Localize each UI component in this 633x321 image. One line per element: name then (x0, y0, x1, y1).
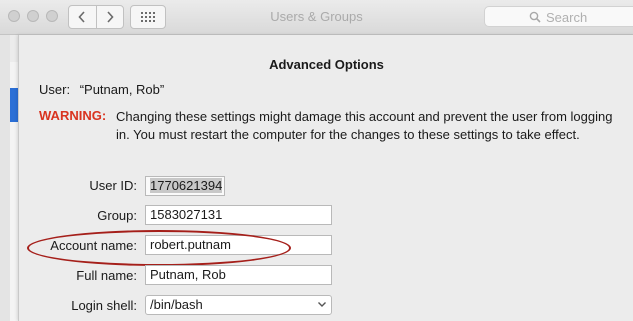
user-line: User: “Putnam, Rob” (39, 82, 164, 97)
user-id-value: 1770621394 (150, 178, 223, 193)
full-name-field[interactable]: Putnam, Rob (145, 265, 332, 285)
user-label: User: (39, 82, 71, 97)
login-shell-label: Login shell: (71, 298, 137, 313)
user-id-field[interactable]: 1770621394 (145, 176, 225, 196)
search-icon (529, 11, 541, 23)
user-value: “Putnam, Rob” (79, 82, 165, 97)
search-field[interactable]: Search (484, 6, 633, 27)
group-value: 1583027131 (150, 207, 223, 222)
login-shell-select[interactable]: /bin/bash (145, 295, 332, 315)
account-name-highlight-oval (27, 230, 291, 266)
user-id-label: User ID: (89, 178, 137, 193)
background-pane (0, 35, 10, 321)
sheet-title: Advanced Options (269, 57, 384, 72)
search-placeholder: Search (546, 10, 588, 25)
login-shell-value: /bin/bash (150, 297, 203, 312)
background-selected-row (10, 88, 18, 122)
chevron-down-icon (318, 302, 326, 307)
group-field[interactable]: 1583027131 (145, 205, 332, 225)
full-name-label: Full name: (76, 268, 137, 283)
group-label: Group: (97, 208, 137, 223)
advanced-options-sheet: Advanced Options User: “Putnam, Rob” WAR… (18, 35, 633, 321)
window-toolbar: Users & Groups Search (0, 0, 633, 35)
warning-text: Changing these settings might damage thi… (116, 109, 613, 142)
warning-label: WARNING: (39, 108, 107, 123)
full-name-value: Putnam, Rob (150, 267, 226, 282)
